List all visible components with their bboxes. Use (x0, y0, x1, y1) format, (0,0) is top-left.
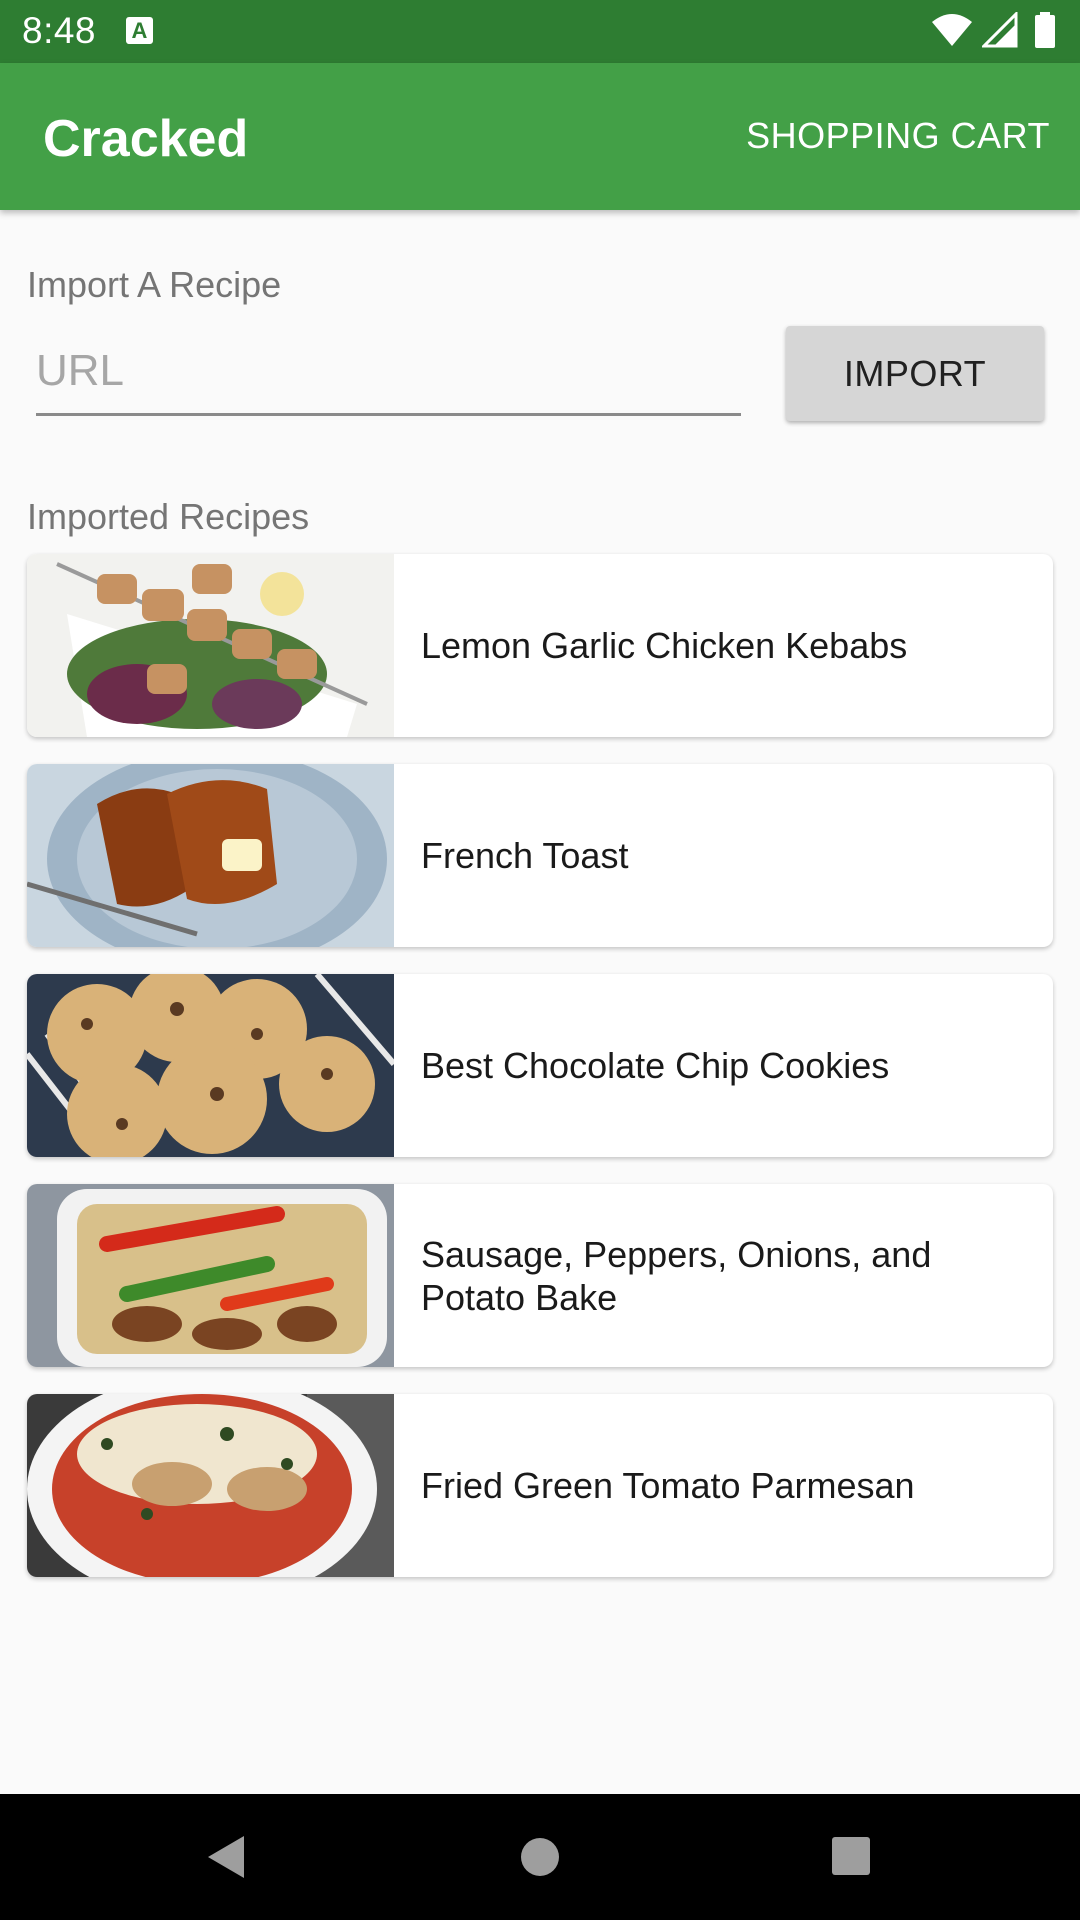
shopping-cart-button[interactable]: SHOPPING CART (746, 115, 1050, 157)
status-icons (930, 12, 1060, 52)
navigation-bar (0, 1794, 1080, 1920)
recipe-card[interactable]: Sausage, Peppers, Onions, and Potato Bak… (27, 1184, 1053, 1367)
import-button[interactable]: IMPORT (786, 326, 1044, 421)
recipe-image (27, 1394, 394, 1577)
app-title: Cracked (43, 110, 249, 168)
app-bar: Cracked SHOPPING CART (0, 63, 1080, 210)
wifi-icon (932, 14, 972, 46)
recipe-title: Best Chocolate Chip Cookies (421, 1045, 890, 1086)
signal-icon (982, 12, 1018, 48)
back-icon[interactable] (204, 1834, 246, 1880)
status-bar: 8:48 A (0, 0, 1080, 63)
status-time: 8:48 (22, 10, 97, 51)
recipe-title: Sausage, Peppers, Onions, and Potato Bak… (421, 1233, 932, 1318)
import-section-label: Import A Recipe (27, 264, 282, 305)
recipe-image (27, 974, 394, 1157)
recipe-title: Lemon Garlic Chicken Kebabs (421, 625, 908, 666)
recipe-card[interactable]: French Toast (27, 764, 1053, 947)
home-icon[interactable] (519, 1836, 561, 1878)
recipe-image (27, 1184, 394, 1367)
imported-recipes-label: Imported Recipes (27, 496, 310, 537)
url-field-container (36, 335, 741, 416)
recents-icon[interactable] (831, 1836, 871, 1876)
battery-icon (1035, 12, 1055, 48)
recipe-image (27, 554, 394, 737)
a-notification-icon: A (126, 17, 153, 44)
recipe-image (27, 764, 394, 947)
recipe-title: Fried Green Tomato Parmesan (421, 1465, 915, 1506)
recipe-card[interactable]: Fried Green Tomato Parmesan (27, 1394, 1053, 1577)
recipe-title: French Toast (421, 835, 629, 876)
recipe-card[interactable]: Lemon Garlic Chicken Kebabs (27, 554, 1053, 737)
recipe-card[interactable]: Best Chocolate Chip Cookies (27, 974, 1053, 1157)
url-input[interactable] (36, 335, 741, 407)
